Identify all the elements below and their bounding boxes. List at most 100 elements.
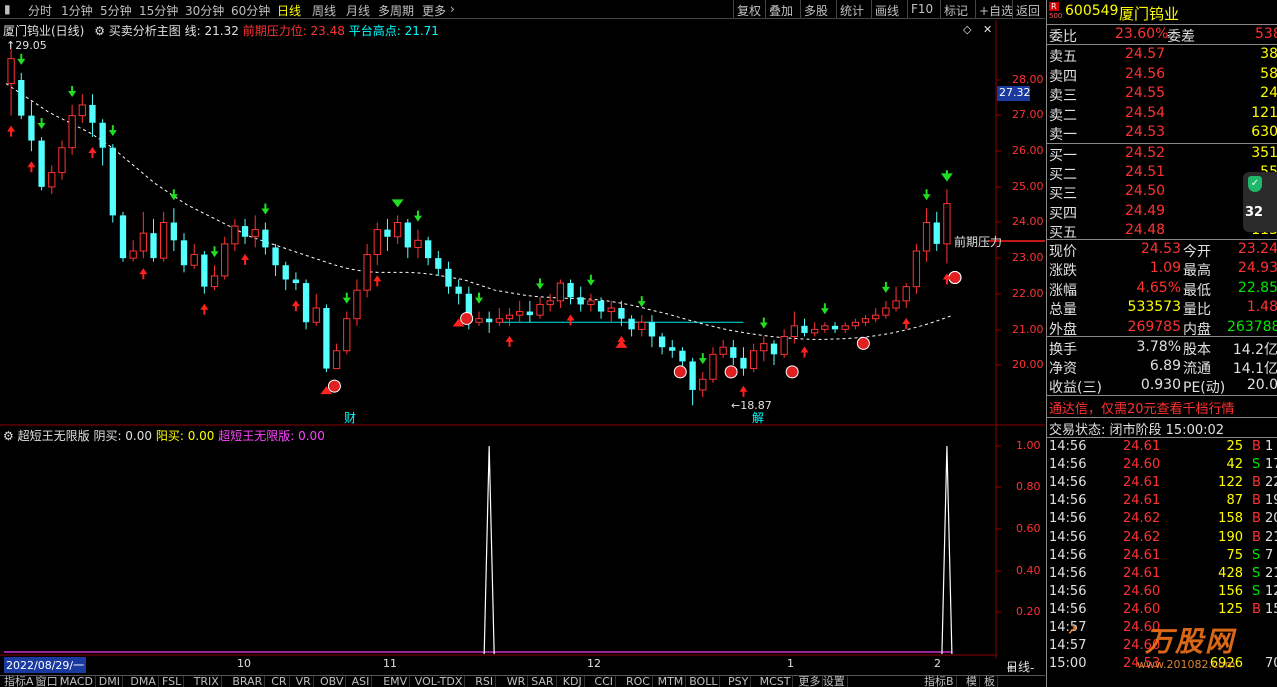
fuquan-button[interactable]: 复权: [733, 0, 764, 18]
indicator-tab[interactable]: RSI: [473, 676, 497, 687]
sub-indicator-name[interactable]: 超短王无限版: [18, 429, 90, 443]
indicator-tab[interactable]: PSY: [726, 676, 752, 687]
tick-row[interactable]: 14:56 24.62 190 B 21: [1047, 529, 1277, 548]
kline-chart[interactable]: [0, 20, 1045, 658]
indicator-tab[interactable]: VR: [294, 676, 314, 687]
tick-count: 21: [1265, 565, 1277, 581]
floating-widget[interactable]: ✓ 32: [1243, 172, 1277, 232]
chart-area[interactable]: 厦门钨业(日线) ⚙ 买卖分析主图 线: 21.32 前期压力位: 23.48 …: [0, 20, 1045, 674]
zoom-out-button[interactable]: -: [1030, 661, 1034, 675]
tick-row[interactable]: 14:56 24.61 75 S 7: [1047, 547, 1277, 566]
bid-price: 24.48: [1125, 221, 1166, 238]
tab-60min[interactable]: 60分钟: [231, 2, 270, 19]
event-cai-label[interactable]: 财: [344, 409, 356, 426]
indicator-tab[interactable]: WR: [505, 676, 529, 687]
indicator-tab[interactable]: DMI: [97, 676, 124, 687]
candle-body: [292, 279, 300, 284]
event-jie-label[interactable]: 解: [752, 409, 764, 426]
tab-multi-period[interactable]: 多周期: [378, 2, 414, 19]
tick-row[interactable]: 14:56 24.60 156 S 12: [1047, 583, 1277, 602]
indicator-tab[interactable]: MACD: [58, 676, 96, 687]
tab-30min[interactable]: 30分钟: [185, 2, 224, 19]
date-label-nov: 11: [383, 657, 397, 670]
tab-monthly[interactable]: 月线: [346, 2, 370, 19]
tick-count: 12: [1265, 583, 1277, 599]
indicator-b-tab[interactable]: 指标B: [922, 676, 957, 687]
tick-row[interactable]: 14:56 24.60 125 B 15: [1047, 601, 1277, 620]
indicator-tab-bar: 指标A 窗口 MACD DMI DMA FSL TRIX BRAR CR VR OBV ASI EMV V…: [0, 675, 1045, 687]
tab-fenshi[interactable]: 分时: [28, 2, 52, 19]
indicator-tab[interactable]: FSL: [160, 676, 185, 687]
tab-1min[interactable]: 1分钟: [61, 2, 93, 19]
indicator-tab[interactable]: 设置: [821, 676, 848, 687]
date-label-dec: 12: [587, 657, 601, 670]
add-watchlist-button[interactable]: +自选: [975, 0, 1016, 18]
indicator-name[interactable]: 买卖分析主图: [109, 24, 181, 38]
indicator-tab[interactable]: VOL-TDX: [413, 676, 466, 687]
indicator-tab[interactable]: OBV: [318, 676, 347, 687]
sell-arrow-icon: [637, 296, 646, 308]
tick-price: 24.62: [1123, 511, 1161, 527]
close-icon[interactable]: ✕: [983, 23, 992, 36]
ask-row[interactable]: 卖二 24.54 121: [1047, 104, 1277, 124]
indicator-b-tab[interactable]: 模: [964, 676, 980, 687]
indicator-tab[interactable]: ASI: [350, 676, 373, 687]
indicator-tab[interactable]: DMA: [128, 676, 159, 687]
sell-arrow-icon: [475, 292, 483, 304]
mark-button[interactable]: 标记: [940, 0, 971, 18]
indicator-tab[interactable]: KDJ: [561, 676, 585, 687]
stats-button[interactable]: 统计: [836, 0, 867, 18]
indicator-tab[interactable]: MCST: [758, 676, 794, 687]
diamond-icon[interactable]: ◇: [963, 23, 971, 36]
tab-more[interactable]: 更多: [422, 2, 446, 19]
tick-row[interactable]: 14:56 24.62 158 B 20: [1047, 510, 1277, 529]
back-button[interactable]: 返回: [1012, 0, 1043, 18]
indicator-tab[interactable]: ROC: [624, 676, 653, 687]
indicator-tab[interactable]: TRIX: [192, 676, 222, 687]
tick-row[interactable]: 14:56 24.61 25 B 1: [1047, 438, 1277, 457]
tab-weekly[interactable]: 周线: [312, 2, 336, 19]
candle-body: [201, 254, 208, 287]
indicator-tab[interactable]: 更多: [796, 676, 824, 687]
sell-arrow-icon: [922, 189, 931, 201]
zoom-in-button[interactable]: +: [1006, 661, 1016, 675]
tick-row[interactable]: 14:56 24.61 428 S 21: [1047, 565, 1277, 584]
tick-direction: B: [1252, 511, 1261, 527]
upgrade-ad-text[interactable]: 通达信，仅需20元查看千档行情: [1049, 398, 1235, 417]
tick-row[interactable]: 14:56 24.61 87 B 19: [1047, 492, 1277, 511]
candle-body: [99, 122, 106, 148]
upgrade-ad[interactable]: 通达信，仅需20元查看千档行情: [1047, 397, 1277, 417]
tab-daily[interactable]: 日线: [277, 2, 301, 19]
stock-badge: R: [1049, 2, 1059, 11]
ask-price: 24.57: [1125, 46, 1166, 62]
ask-row[interactable]: 卖四 24.56 58: [1047, 65, 1277, 85]
indicator-tab[interactable]: CR: [269, 676, 290, 687]
indicator-b-tab[interactable]: 板: [982, 676, 998, 687]
draw-line-button[interactable]: 画线: [871, 0, 902, 18]
ask-row[interactable]: 卖一 24.53 630: [1047, 123, 1277, 143]
indicator-tab[interactable]: MTM: [656, 676, 687, 687]
buy-circle-icon: [327, 379, 341, 393]
indicator-tab[interactable]: CCI: [592, 676, 616, 687]
sell-arrow-icon: [698, 353, 707, 365]
indicator-tab[interactable]: SAR: [529, 676, 557, 687]
multi-stock-button[interactable]: 多股: [800, 0, 831, 18]
tab-5min[interactable]: 5分钟: [100, 2, 132, 19]
ask-row[interactable]: 卖五 24.57 38: [1047, 45, 1277, 65]
high-price-value: 29.05: [15, 39, 47, 52]
tab-15min[interactable]: 15分钟: [139, 2, 178, 19]
indicator-tab[interactable]: BRAR: [230, 676, 266, 687]
bid-row[interactable]: 买一 24.52 351: [1047, 144, 1277, 164]
overlay-button[interactable]: 叠加: [765, 0, 796, 18]
indicator-tab[interactable]: BOLL: [687, 676, 721, 687]
indicator-tab[interactable]: 指标A: [2, 676, 37, 687]
ask-row[interactable]: 卖三 24.55 24: [1047, 84, 1277, 104]
gear-icon[interactable]: ⚙: [94, 24, 105, 38]
tick-row[interactable]: 14:56 24.61 122 B 22: [1047, 474, 1277, 493]
f10-button[interactable]: F10: [907, 0, 936, 18]
tick-row[interactable]: 14:56 24.60 42 S 17: [1047, 456, 1277, 475]
quote-value: 22.85: [1237, 279, 1277, 296]
gear-icon[interactable]: ⚙: [3, 429, 14, 443]
indicator-tab[interactable]: 窗口: [34, 676, 61, 687]
indicator-tab[interactable]: EMV: [381, 676, 411, 687]
